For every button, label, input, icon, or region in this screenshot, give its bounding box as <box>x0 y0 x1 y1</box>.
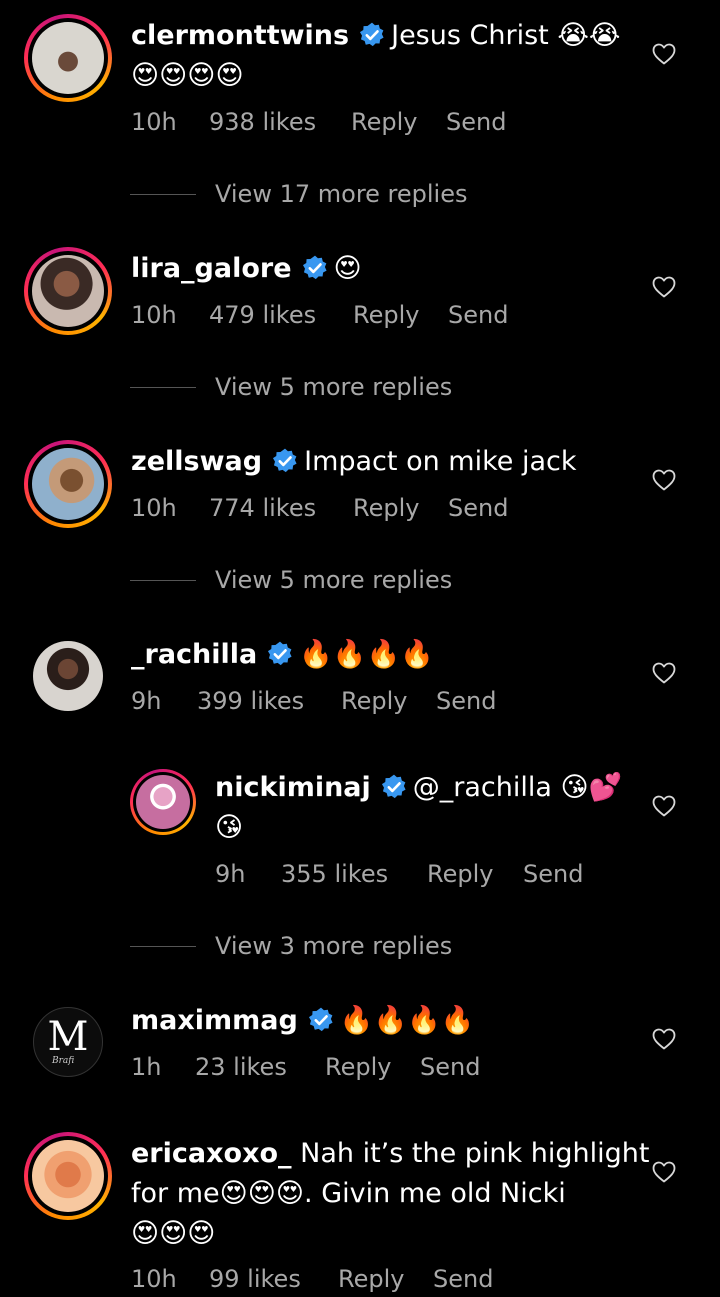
verified-badge-icon <box>272 448 298 474</box>
comment-text-line2: 😍😍😍😍 <box>131 60 244 91</box>
like-count[interactable]: 479 likes <box>209 301 316 329</box>
like-count[interactable]: 938 likes <box>209 108 316 136</box>
heart-outline-icon[interactable] <box>652 276 676 298</box>
heart-outline-icon[interactable] <box>652 1161 676 1183</box>
send-button[interactable]: Send <box>448 301 508 329</box>
divider-line <box>130 387 196 388</box>
like-count[interactable]: 399 likes <box>197 687 304 715</box>
avatar[interactable] <box>33 641 103 711</box>
username[interactable]: lira_galore <box>131 253 292 284</box>
comment-time: 1h <box>131 1053 162 1081</box>
heart-outline-icon[interactable] <box>652 1028 676 1050</box>
reply-button[interactable]: Reply <box>353 301 419 329</box>
verified-badge-icon <box>308 1007 334 1033</box>
comment-text: @_rachilla 😘💕 <box>412 772 623 803</box>
send-button[interactable]: Send <box>420 1053 480 1081</box>
avatar[interactable] <box>32 255 104 327</box>
verified-badge-icon <box>267 641 293 667</box>
username[interactable]: _rachilla <box>131 639 257 670</box>
view-more-replies[interactable]: View 17 more replies <box>130 180 530 212</box>
like-count[interactable]: 23 likes <box>195 1053 287 1081</box>
comment-text: Nah it’s the pink highlight <box>300 1138 650 1169</box>
comment-text: Impact on mike jack <box>304 446 577 477</box>
heart-outline-icon[interactable] <box>652 662 676 684</box>
username[interactable]: ericaxoxo_ <box>131 1138 292 1169</box>
divider-line <box>130 946 196 947</box>
send-button[interactable]: Send <box>436 687 496 715</box>
username[interactable]: zellswag <box>131 446 262 477</box>
reply-button[interactable]: Reply <box>427 860 493 888</box>
comment-text-line2: 😘 <box>215 812 244 843</box>
reply-button[interactable]: Reply <box>341 687 407 715</box>
comment-text-line2: for me😍😍😍. Givin me old Nicki <box>131 1178 566 1209</box>
comment-text-line3: 😍😍😍 <box>131 1218 216 1249</box>
divider-line <box>130 194 196 195</box>
heart-outline-icon[interactable] <box>652 43 676 65</box>
avatar[interactable]: M Brafi <box>33 1007 103 1077</box>
send-button[interactable]: Send <box>433 1265 493 1293</box>
reply-button[interactable]: Reply <box>325 1053 391 1081</box>
view-more-replies[interactable]: View 5 more replies <box>130 566 530 598</box>
heart-outline-icon[interactable] <box>652 469 676 491</box>
comment-text: 🔥🔥🔥🔥 <box>339 1005 475 1036</box>
comment-time: 10h <box>131 1265 177 1293</box>
verified-badge-icon <box>381 774 407 800</box>
send-button[interactable]: Send <box>523 860 583 888</box>
comment-text: 🔥🔥🔥🔥 <box>299 639 434 670</box>
avatar[interactable] <box>32 448 104 520</box>
comment-text: Jesus Christ 😭😭 <box>391 20 621 51</box>
comment-time: 9h <box>131 687 162 715</box>
verified-badge-icon <box>302 255 328 281</box>
divider-line <box>130 580 196 581</box>
view-more-replies[interactable]: View 5 more replies <box>130 373 530 405</box>
like-count[interactable]: 99 likes <box>209 1265 301 1293</box>
avatar[interactable] <box>32 1140 104 1212</box>
send-button[interactable]: Send <box>448 494 508 522</box>
reply-button[interactable]: Reply <box>338 1265 404 1293</box>
maxim-logo-script: Brafi <box>52 1056 75 1066</box>
view-more-replies[interactable]: View 3 more replies <box>130 932 530 964</box>
like-count[interactable]: 355 likes <box>281 860 388 888</box>
comment-time: 10h <box>131 494 177 522</box>
maxim-logo-letter: M <box>47 1014 89 1060</box>
comment-time: 10h <box>131 301 177 329</box>
comment-text: 😍 <box>333 253 362 284</box>
heart-outline-icon[interactable] <box>652 795 676 817</box>
send-button[interactable]: Send <box>446 108 506 136</box>
username[interactable]: maximmag <box>131 1005 298 1036</box>
username[interactable]: nickiminaj <box>215 772 371 803</box>
comment-time: 10h <box>131 108 177 136</box>
reply-button[interactable]: Reply <box>351 108 417 136</box>
username[interactable]: clermonttwins <box>131 20 349 51</box>
comment-time: 9h <box>215 860 246 888</box>
reply-button[interactable]: Reply <box>353 494 419 522</box>
avatar[interactable] <box>32 22 104 94</box>
avatar[interactable] <box>136 775 190 829</box>
verified-badge-icon <box>359 22 385 48</box>
like-count[interactable]: 774 likes <box>209 494 316 522</box>
